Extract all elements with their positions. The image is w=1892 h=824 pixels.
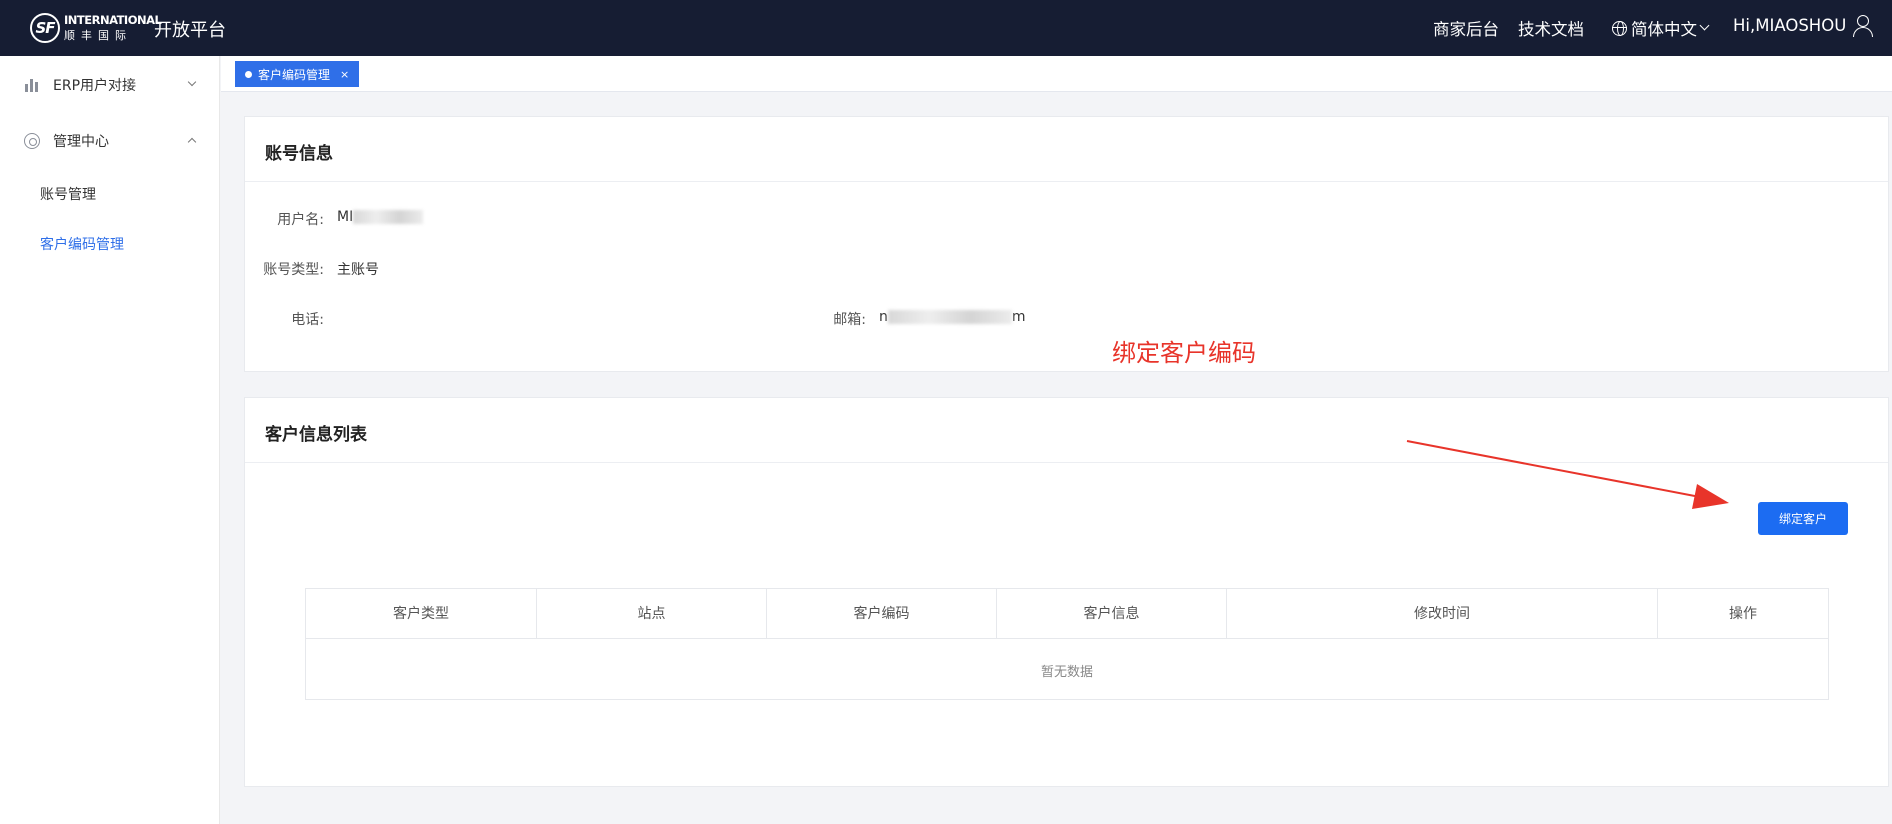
tech-docs-link[interactable]: 技术文档	[1518, 16, 1584, 40]
sidebar-item-customer-code-management[interactable]: 客户编码管理	[40, 234, 124, 254]
platform-title: 开放平台	[154, 20, 226, 41]
customer-list-title: 客户信息列表	[265, 425, 367, 445]
chevron-up-icon	[187, 137, 197, 147]
tab-customer-code-management[interactable]: 客户编码管理 ×	[235, 61, 360, 87]
column-header-customer-info: 客户信息	[997, 589, 1227, 639]
gear-icon	[24, 133, 40, 149]
user-greeting[interactable]: Hi,MIAOSHOU	[1733, 16, 1846, 35]
sidebar-item-label: ERP用户对接	[53, 78, 137, 94]
sidebar-item-erp[interactable]: ERP用户对接	[0, 67, 220, 103]
logo-english-text: INTERNATIONAL	[64, 13, 162, 28]
bar-chart-icon	[24, 77, 40, 93]
chevron-down-icon	[1699, 20, 1710, 30]
column-header-site: 站点	[537, 589, 767, 639]
sidebar-item-label: 管理中心	[53, 134, 109, 150]
sf-logo-mark: SF	[30, 13, 60, 43]
logo-chinese-text: 顺丰国际	[64, 28, 132, 42]
username-label: 用户名:	[277, 212, 324, 228]
column-header-actions: 操作	[1729, 606, 1757, 622]
empty-state-text: 暂无数据	[1040, 665, 1093, 680]
customer-table: 客户类型 站点 客户编码 客户信息 修改时间 操作 暂无数据	[305, 588, 1829, 700]
account-type-label: 账号类型:	[263, 262, 324, 278]
phone-label: 电话:	[291, 312, 324, 328]
bind-customer-button[interactable]: 绑定客户	[1758, 502, 1848, 535]
language-selector[interactable]: 简体中文	[1612, 16, 1710, 40]
close-icon[interactable]: ×	[340, 68, 349, 81]
globe-icon	[1612, 20, 1627, 36]
email-value: nm	[879, 309, 1026, 325]
sidebar-item-account-management[interactable]: 账号管理	[40, 184, 96, 204]
tab-bar: 客户编码管理 ×	[221, 56, 1892, 92]
tab-label: 客户编码管理	[258, 67, 331, 82]
chevron-down-icon	[187, 77, 197, 87]
annotation-bind-customer-code: 绑定客户编码	[1112, 339, 1256, 367]
top-navigation-bar: SF INTERNATIONAL 顺丰国际 开放平台 商家后台 技术文档 简体中…	[0, 0, 1892, 56]
sidebar: ERP用户对接 管理中心 账号管理 客户编码管理	[0, 56, 220, 824]
account-info-title: 账号信息	[265, 144, 333, 164]
column-header-customer-code: 客户编码	[767, 589, 997, 639]
account-info-card: 账号信息	[244, 116, 1889, 372]
column-header-customer-type: 客户类型	[306, 589, 537, 639]
active-dot-icon	[245, 70, 252, 78]
merchant-backend-link[interactable]: 商家后台	[1433, 16, 1499, 40]
account-type-value: 主账号	[337, 262, 379, 278]
sf-international-logo[interactable]: SF INTERNATIONAL 顺丰国际	[30, 11, 162, 45]
column-header-modified-time: 修改时间	[1227, 589, 1658, 639]
language-label: 简体中文	[1631, 20, 1697, 39]
email-label: 邮箱:	[833, 312, 866, 328]
table-header: 客户类型 站点 客户编码 客户信息 修改时间 操作	[306, 589, 1828, 639]
user-icon[interactable]	[1852, 13, 1874, 37]
sidebar-item-management[interactable]: 管理中心	[0, 123, 220, 159]
username-value: MI	[337, 209, 424, 225]
